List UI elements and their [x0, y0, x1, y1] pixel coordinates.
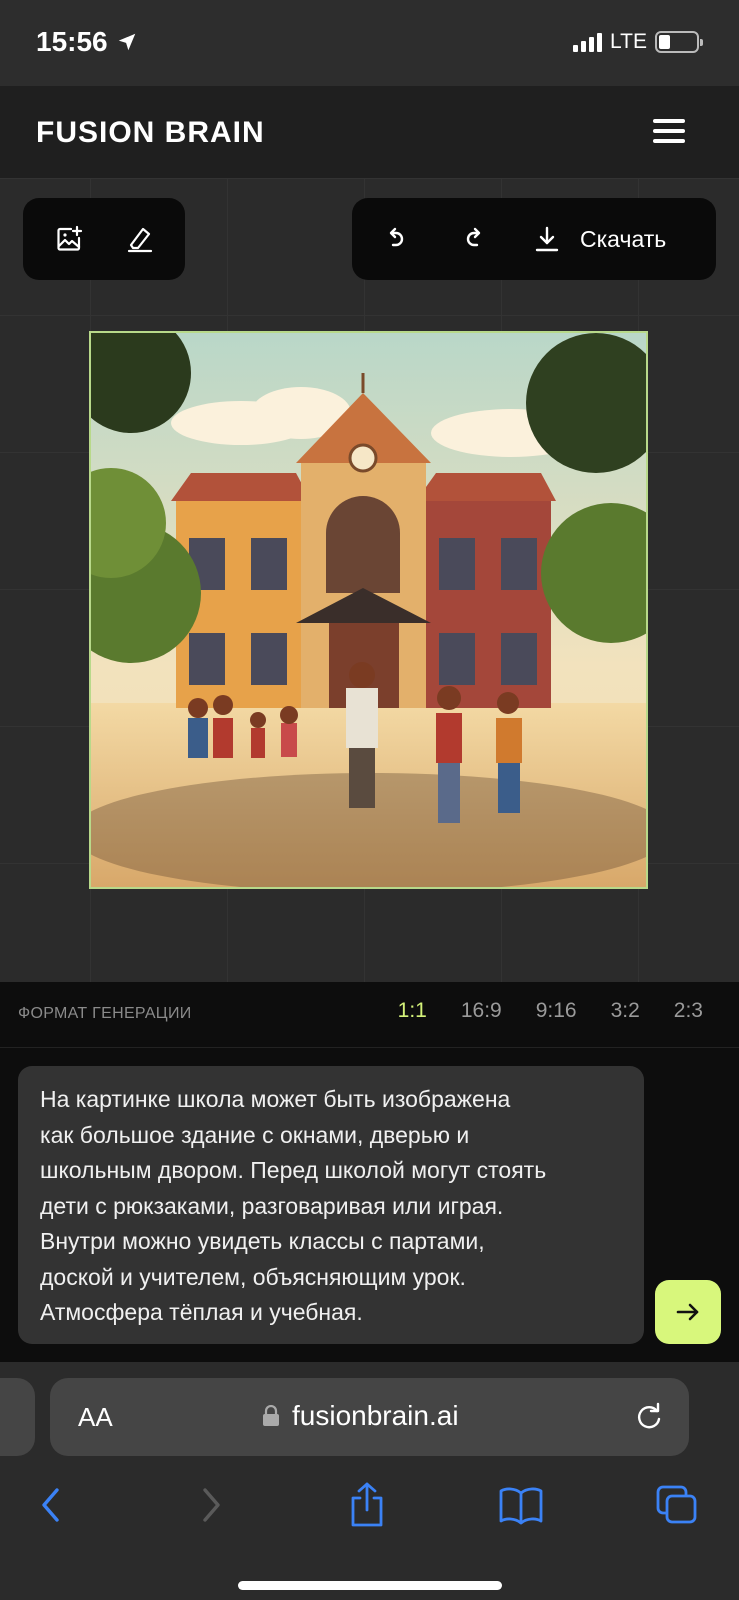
- format-bar: ФОРМАТ ГЕНЕРАЦИИ 1:1 16:9 9:16 3:2 2:3: [0, 982, 739, 1048]
- app-logo[interactable]: FUSION BRAIN: [36, 116, 265, 150]
- book-icon: [499, 1487, 543, 1525]
- prompt-area: На картинке школа может быть изображена …: [0, 1048, 739, 1362]
- undo-icon: [389, 227, 404, 247]
- canvas-area: Скачать: [0, 178, 739, 982]
- send-button[interactable]: [655, 1280, 721, 1344]
- ratio-option-16-9[interactable]: 16:9: [461, 999, 502, 1023]
- reload-button[interactable]: [633, 1400, 665, 1436]
- history-toolbar: Скачать: [352, 198, 716, 280]
- prompt-line: доской и учителем, объясняющим урок.: [40, 1263, 466, 1290]
- prompt-input[interactable]: На картинке школа может быть изображена …: [18, 1066, 644, 1344]
- url-display[interactable]: fusionbrain.ai: [262, 1400, 459, 1432]
- prompt-line: школьным двором. Перед школой могут стоя…: [40, 1157, 547, 1183]
- prompt-line: На картинке школа может быть изображена: [40, 1086, 511, 1112]
- generated-image[interactable]: [89, 331, 648, 889]
- reload-icon: [638, 1402, 661, 1429]
- aa-label: AA: [78, 1402, 113, 1432]
- browser-toolbar: AA fusionbrain.ai: [0, 1362, 739, 1600]
- edit-toolbar: [23, 198, 185, 280]
- arrow-right-icon: [676, 1303, 699, 1321]
- location-arrow-icon: [118, 33, 135, 51]
- redo-icon: [466, 227, 481, 247]
- bookmarks-button[interactable]: [496, 1480, 546, 1530]
- back-button[interactable]: [26, 1480, 76, 1530]
- url-text: fusionbrain.ai: [292, 1400, 459, 1431]
- status-bar: 15:56 LTE: [0, 0, 739, 86]
- ratio-selector: 1:1 16:9 9:16 3:2 2:3: [398, 999, 703, 1023]
- tabs-button[interactable]: [652, 1480, 702, 1530]
- school-illustration: [91, 333, 646, 887]
- ratio-option-9-16[interactable]: 9:16: [536, 999, 577, 1023]
- clock-text: 15:56: [36, 26, 108, 57]
- prompt-line: Внутри можно увидеть классы с партами,: [40, 1228, 485, 1254]
- ratio-option-2-3[interactable]: 2:3: [674, 999, 703, 1023]
- forward-button[interactable]: [186, 1480, 236, 1530]
- download-icon: [535, 226, 559, 252]
- network-label: LTE: [610, 30, 647, 53]
- download-button[interactable]: Скачать: [532, 224, 666, 254]
- prompt-line: дети с рюкзаками, разговаривая или играя…: [40, 1192, 504, 1219]
- home-indicator: [238, 1581, 502, 1590]
- redo-button[interactable]: [454, 219, 494, 259]
- address-bar[interactable]: AA fusionbrain.ai: [50, 1378, 689, 1456]
- chevron-right-icon: [203, 1488, 220, 1522]
- menu-icon[interactable]: [653, 119, 685, 143]
- share-button[interactable]: [342, 1480, 392, 1530]
- battery-icon: [655, 31, 703, 53]
- previous-tab-peek[interactable]: [0, 1378, 35, 1456]
- undo-button[interactable]: [376, 219, 416, 259]
- prompt-line: Атмосфера тёплая и учебная.: [40, 1299, 363, 1325]
- chevron-left-icon: [42, 1488, 59, 1522]
- prompt-line: как большое здание с окнами, дверью и: [40, 1121, 470, 1148]
- format-label: ФОРМАТ ГЕНЕРАЦИИ: [18, 1005, 192, 1022]
- eraser-button[interactable]: [120, 219, 160, 259]
- tabs-icon: [656, 1485, 697, 1524]
- add-image-button[interactable]: [49, 219, 89, 259]
- eraser-icon: [127, 227, 152, 253]
- ratio-option-3-2[interactable]: 3:2: [611, 999, 640, 1023]
- status-time: 15:56: [36, 26, 138, 58]
- download-label: Скачать: [580, 225, 667, 252]
- share-icon: [351, 1482, 383, 1527]
- lock-icon: [263, 1405, 279, 1426]
- browser-nav: [0, 1480, 739, 1540]
- image-plus-icon: [56, 225, 82, 251]
- reader-settings-button[interactable]: AA: [78, 1402, 113, 1433]
- signal-icon: [573, 32, 603, 52]
- status-indicators: LTE: [573, 30, 703, 54]
- app-header: FUSION BRAIN: [0, 86, 739, 178]
- ratio-option-1-1[interactable]: 1:1: [398, 999, 427, 1023]
